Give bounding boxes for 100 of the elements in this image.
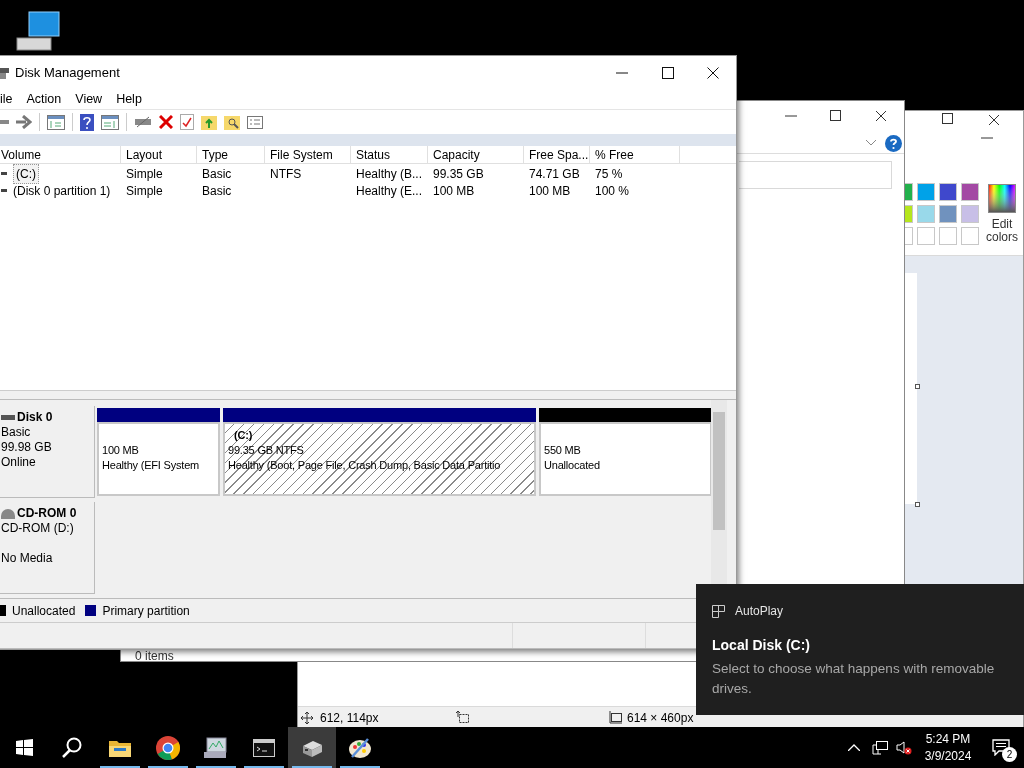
color-swatch[interactable]: [905, 227, 913, 245]
toast-message: Select to choose what happens with removable drives.: [712, 660, 996, 698]
cd-drive-icon: [1, 508, 15, 519]
color-spectrum-icon[interactable]: [988, 184, 1016, 213]
color-swatch[interactable]: [939, 205, 957, 223]
move-icon: [301, 711, 313, 724]
status-text: 0 items: [135, 648, 174, 665]
table-cell-text: Basic: [202, 165, 232, 183]
maximize-icon[interactable]: [662, 66, 674, 79]
clock-date: 3/9/2024: [924, 747, 972, 765]
color-swatch[interactable]: [961, 227, 979, 245]
table-cell-text: 99.35 GB: [433, 165, 484, 183]
color-swatch[interactable]: [905, 205, 913, 223]
close-icon[interactable]: [875, 110, 887, 122]
maximize-icon[interactable]: [942, 113, 954, 125]
clock[interactable]: 5:24 PM 3/9/2024: [922, 730, 974, 765]
action-center-button[interactable]: 2: [978, 727, 1024, 768]
partition-block[interactable]: (C:) 99.35 GB NTFS Healthy (Boot, Page File, Crash Dump, Basic Data Partitio: [223, 422, 536, 496]
action-pane-icon[interactable]: [101, 114, 119, 130]
menu-item[interactable]: Action: [26, 89, 62, 109]
color-swatch[interactable]: [905, 183, 913, 201]
partition-status: Healthy (Boot, Page File, Crash Dump, Basic Data Partitio: [228, 458, 502, 473]
resize-handle[interactable]: [915, 502, 920, 507]
table-cell-text: Basic: [202, 182, 232, 200]
forward-icon[interactable]: [16, 115, 32, 129]
checklist-icon[interactable]: [180, 114, 194, 130]
partition-block[interactable]: 550 MB Unallocated: [539, 422, 712, 496]
app-name: AutoPlay: [735, 603, 784, 620]
help-icon[interactable]: [885, 135, 902, 152]
folder-up-icon[interactable]: [201, 114, 217, 130]
autoplay-icon: [712, 604, 725, 618]
windows-icon: [15, 739, 33, 756]
color-swatch[interactable]: [917, 183, 935, 201]
minimize-icon[interactable]: [616, 71, 628, 74]
partition-size: 99.35 GB NTFS: [228, 443, 305, 458]
resize-handle[interactable]: [915, 384, 920, 389]
toast-title: Local Disk (C:): [712, 636, 811, 655]
menu-item[interactable]: View: [75, 89, 103, 109]
drive-icon[interactable]: [134, 115, 152, 129]
column-header[interactable]: Status: [351, 146, 428, 163]
column-header[interactable]: Free Spa...: [524, 146, 590, 163]
taskbar-button[interactable]: [288, 727, 336, 768]
column-header[interactable]: Capacity: [428, 146, 524, 163]
table-cell-text: 74.71 GB: [529, 165, 580, 183]
notification-count: 2: [1002, 747, 1017, 762]
disk-type: Basic: [1, 425, 32, 440]
search-field[interactable]: [739, 161, 892, 189]
notification-icon: [992, 739, 1010, 756]
color-swatch[interactable]: [917, 227, 935, 245]
chevron-down-icon[interactable]: [866, 140, 876, 146]
cursor-position: 612, 114px: [320, 709, 380, 727]
table-cell: (C:): [13, 163, 39, 184]
chevron-up-icon[interactable]: [848, 744, 860, 751]
column-header[interactable]: Layout: [121, 146, 197, 163]
table-cell-text: Healthy (E...: [356, 182, 423, 200]
disk-type: CD-ROM (D:): [1, 521, 75, 536]
partition-status: Healthy (EFI System: [102, 458, 201, 473]
disk-label-panel[interactable]: CD-ROM 0 CD-ROM (D:) No Media: [0, 502, 95, 594]
properties-icon[interactable]: [247, 115, 263, 129]
table-cell-text: 100 MB: [433, 182, 475, 200]
disk-name: Disk 0: [17, 410, 53, 425]
color-swatch[interactable]: [961, 183, 979, 201]
terminal-icon: [253, 738, 275, 757]
color-swatch[interactable]: [961, 205, 979, 223]
window-title: Disk Management: [15, 63, 120, 82]
color-swatch[interactable]: [917, 205, 935, 223]
column-header[interactable]: Type: [197, 146, 265, 163]
delete-icon[interactable]: [159, 115, 173, 129]
table-cell-text: (Disk 0 partition 1): [13, 182, 111, 200]
table-cell-text: 100 %: [595, 182, 630, 200]
disk-label-panel[interactable]: Disk 0 Basic 99.98 GB Online: [0, 406, 95, 498]
partition-size: 550 MB: [544, 443, 582, 458]
console-tree-icon[interactable]: [47, 114, 65, 130]
color-swatch[interactable]: [939, 183, 957, 201]
notification-toast[interactable]: AutoPlay Local Disk (C:) Select to choose what happens with removable drives.: [696, 584, 1024, 715]
maximize-icon[interactable]: [830, 110, 842, 122]
edit-colors-button[interactable]: Edit colors: [981, 218, 1023, 244]
partition-block[interactable]: 100 MB Healthy (EFI System: [97, 422, 220, 496]
folder-icon: [109, 738, 131, 757]
selection-icon: [456, 711, 470, 724]
menu-item[interactable]: ile: [0, 89, 13, 109]
scroll-thumb[interactable]: [713, 412, 725, 530]
volume-muted-icon[interactable]: [896, 740, 912, 755]
close-icon[interactable]: [988, 114, 1000, 126]
network-icon[interactable]: [872, 740, 888, 755]
partition-size: 100 MB: [102, 443, 140, 458]
menu-item[interactable]: Help: [116, 89, 142, 109]
color-swatch[interactable]: [939, 227, 957, 245]
clock-time: 5:24 PM: [925, 730, 971, 748]
column-header[interactable]: File System: [265, 146, 351, 163]
help-icon[interactable]: [80, 113, 94, 131]
table-cell-text: 100 MB: [529, 182, 571, 200]
folder-search-icon[interactable]: [224, 114, 240, 130]
disk-size: 99.98 GB: [1, 440, 53, 455]
column-header[interactable]: Volume: [0, 146, 121, 163]
column-header[interactable]: % Free: [590, 146, 680, 163]
close-icon[interactable]: [707, 66, 719, 79]
table-cell-text: Simple: [126, 165, 163, 183]
legend-label: Primary partition: [102, 602, 190, 620]
computer-icon[interactable]: [15, 10, 61, 52]
